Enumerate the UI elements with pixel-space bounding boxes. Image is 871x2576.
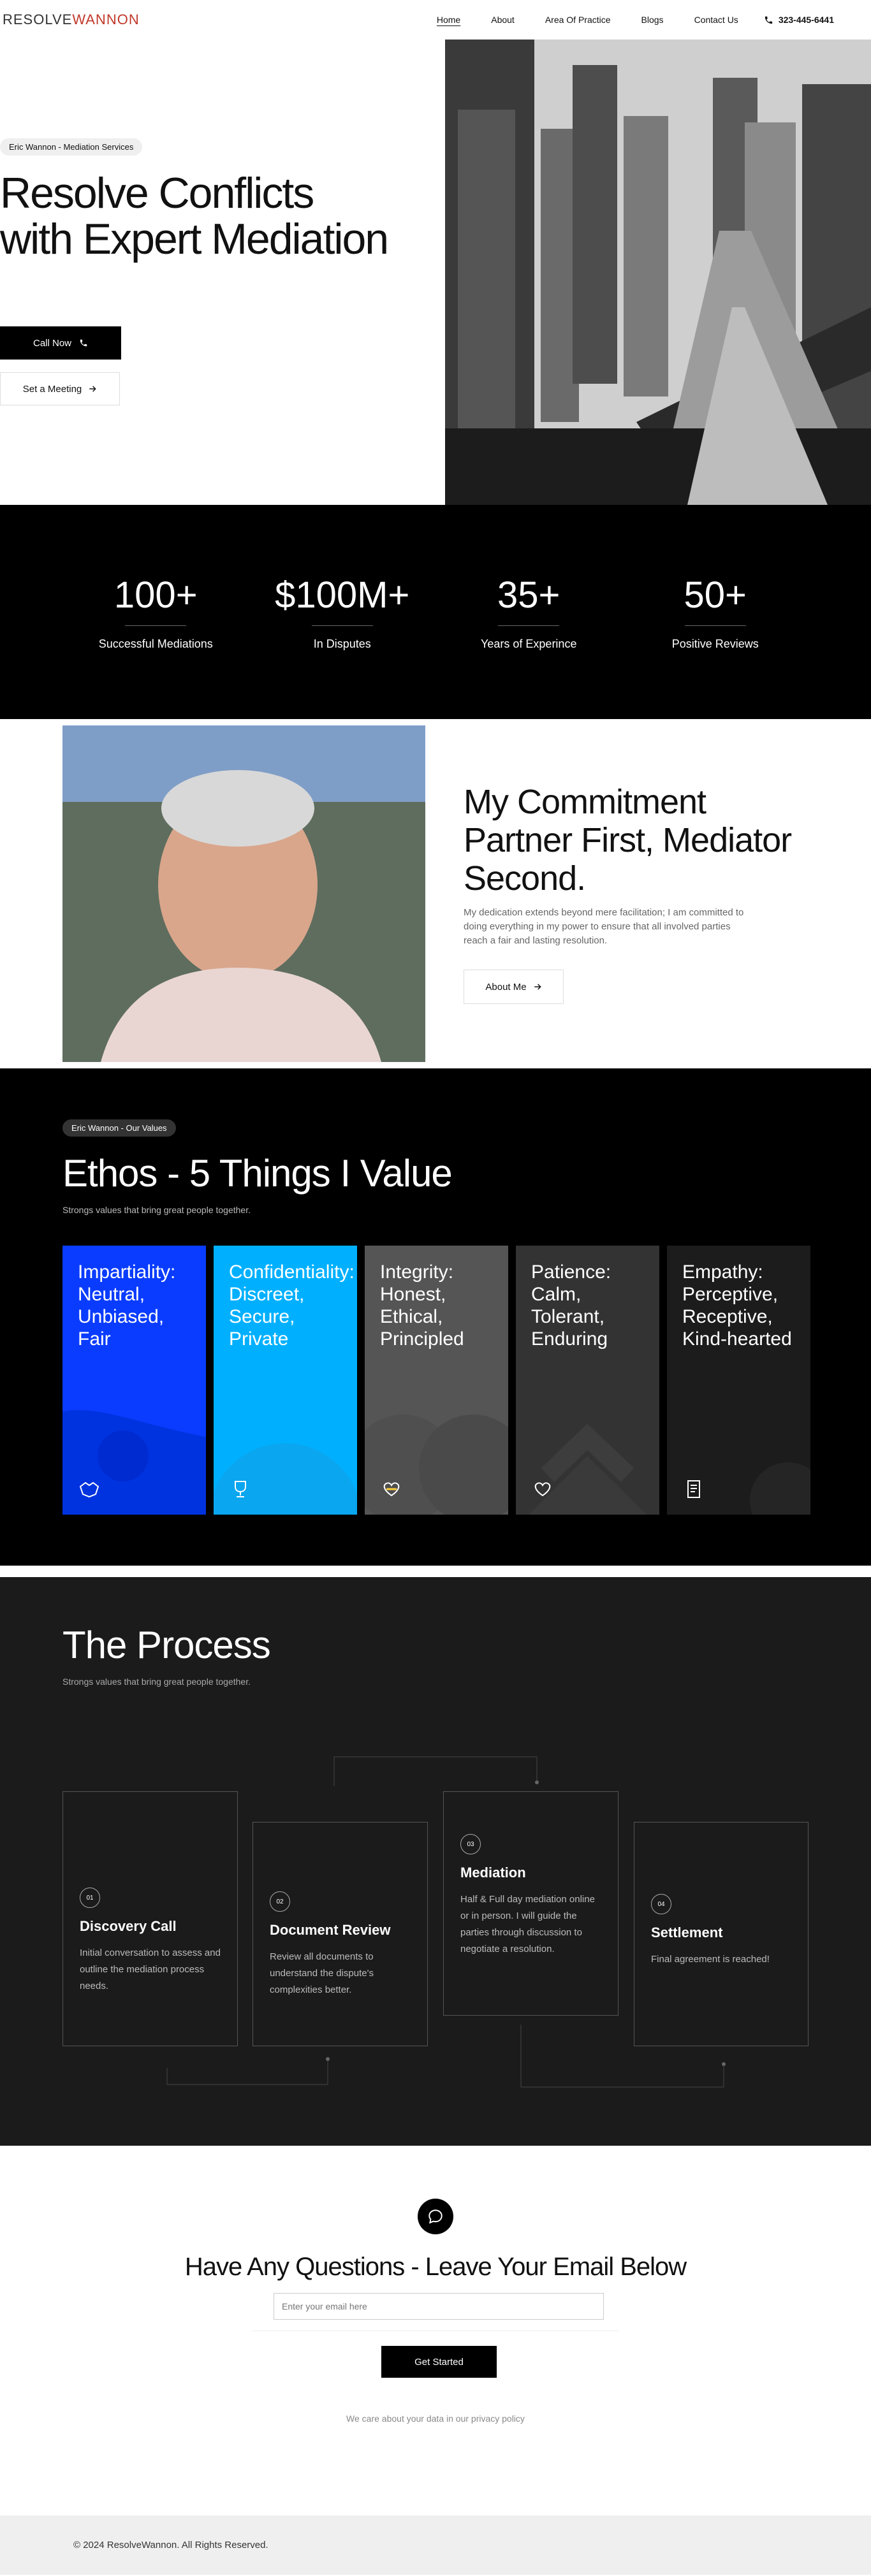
ethos-tag: Eric Wannon - Our Values <box>62 1119 176 1137</box>
value-card-title: Empathy: Perceptive, Receptive, Kind-hea… <box>682 1262 792 1350</box>
ethos-subtitle: Strongs values that bring great people t… <box>62 1205 251 1215</box>
stat-value: 100+ <box>113 574 198 616</box>
stat-value: 35+ <box>497 574 560 616</box>
section-divider <box>0 1566 871 1577</box>
process-step-card: 02 Document Review Review all documents … <box>253 1822 428 2046</box>
value-card-empathy: Empathy: Perceptive, Receptive, Kind-hea… <box>667 1246 810 1515</box>
stat-label: In Disputes <box>313 637 371 650</box>
about-me-label: About Me <box>485 981 527 993</box>
nav-link-about[interactable]: About <box>491 15 515 25</box>
site-logo[interactable]: RESOLVEWANNON <box>3 11 140 28</box>
nav-link-contact[interactable]: Contact Us <box>694 15 738 25</box>
book-icon <box>687 1480 700 1498</box>
value-card-impartiality: Impartiality: Neutral, Unbiased, Fair <box>62 1246 206 1515</box>
email-input[interactable] <box>274 2293 604 2320</box>
step-number-badge: 02 <box>270 1891 290 1912</box>
call-now-button[interactable]: Call Now <box>0 326 121 360</box>
step-title: Document Review <box>270 1922 391 1938</box>
stat-value: $100M+ <box>275 574 410 616</box>
step-title: Mediation <box>460 1865 526 1881</box>
nav-link-home[interactable]: Home <box>437 15 460 25</box>
step-text: Final agreement is reached! <box>651 1954 770 1965</box>
hero-city-image <box>445 40 871 505</box>
chat-icon <box>418 2199 453 2234</box>
stat-divider <box>125 625 187 626</box>
step-title: Discovery Call <box>80 1918 177 1934</box>
set-meeting-label: Set a Meeting <box>22 383 82 395</box>
process-step-card: 04 Settlement Final agreement is reached… <box>634 1822 809 2046</box>
ethos-title: Ethos - 5 Things I Value <box>62 1152 453 1195</box>
commitment-title: My Commitment Partner First, Mediator Se… <box>464 783 792 898</box>
set-meeting-button[interactable]: Set a Meeting <box>0 372 120 405</box>
process-step-card: 03 Mediation Half & Full day mediation o… <box>443 1791 618 2016</box>
nav-link-area-of-practice[interactable]: Area Of Practice <box>545 15 611 25</box>
step-title: Settlement <box>651 1925 723 1940</box>
stat-value: 50+ <box>684 574 747 616</box>
stat-label: Years of Experince <box>481 637 577 650</box>
stats-section: 100+ Successful Mediations $100M+ In Dis… <box>0 505 871 719</box>
process-section: The Process Strongs values that bring gr… <box>0 1577 871 2146</box>
step-text: Review all documents to understand the d… <box>270 1951 374 1995</box>
step-text: Half & Full day mediation online or in p… <box>460 1894 595 1954</box>
step-number-badge: 03 <box>460 1834 481 1854</box>
nav-link-blogs[interactable]: Blogs <box>641 15 664 25</box>
questions-title: Have Any Questions - Leave Your Email Be… <box>184 2253 687 2281</box>
hero-content: Eric Wannon - Mediation Services Resolve… <box>0 40 445 505</box>
stat-item: $100M+ In Disputes <box>249 574 436 651</box>
commitment-section: My Commitment Partner First, Mediator Se… <box>0 719 871 1068</box>
ethos-cards: Impartiality: Neutral, Unbiased, Fair Co… <box>62 1246 810 1515</box>
hero-tag: Eric Wannon - Mediation Services <box>0 138 143 156</box>
step-number-badge: 01 <box>80 1888 100 1908</box>
mediator-portrait <box>62 725 425 1062</box>
call-now-label: Call Now <box>33 337 71 349</box>
footer: © 2024 ResolveWannon. All Rights Reserve… <box>0 2515 871 2575</box>
top-navigation: RESOLVEWANNON Home About Area Of Practic… <box>0 0 871 40</box>
stat-item: 35+ Years of Experince <box>435 574 622 651</box>
ethos-section: Eric Wannon - Our Values Ethos - 5 Thing… <box>0 1068 871 1566</box>
stat-item: 50+ Positive Reviews <box>622 574 809 651</box>
hero-section: Eric Wannon - Mediation Services Resolve… <box>0 40 871 505</box>
privacy-note: We care about your data in our privacy p… <box>346 2413 525 2424</box>
phone-icon <box>80 339 87 347</box>
arrow-right-icon <box>89 386 96 392</box>
questions-section: Have Any Questions - Leave Your Email Be… <box>0 2146 871 2515</box>
trophy-icon <box>235 1481 246 1497</box>
value-card-title: Patience: Calm, Tolerant, Enduring <box>531 1262 611 1350</box>
about-me-button[interactable]: About Me <box>464 970 564 1004</box>
logo-part-wannon: WANNON <box>72 11 140 27</box>
value-card-confidentiality: Confidentiality: Discreet, Secure, Priva… <box>214 1246 357 1515</box>
value-card-integrity: Integrity: Honest, Ethical, Principled <box>365 1246 508 1515</box>
value-card-patience: Patience: Calm, Tolerant, Enduring <box>516 1246 659 1515</box>
stat-label: Successful Mediations <box>98 637 213 650</box>
value-card-title: Integrity: Honest, Ethical, Principled <box>380 1262 464 1350</box>
stat-divider <box>498 625 560 626</box>
stat-label: Positive Reviews <box>671 637 759 650</box>
process-step-card: 01 Discovery Call Initial conversation t… <box>62 1791 238 2046</box>
step-number-badge: 04 <box>651 1894 671 1914</box>
footer-copyright: © 2024 ResolveWannon. All Rights Reserve… <box>73 2540 268 2551</box>
stat-divider <box>684 625 746 626</box>
commitment-text: My dedication extends beyond mere facili… <box>464 907 744 946</box>
value-card-title: Impartiality: Neutral, Unbiased, Fair <box>78 1262 176 1350</box>
nav-links: Home About Area Of Practice Blogs Contac… <box>437 15 834 25</box>
nav-phone[interactable]: 323-445-6441 <box>764 15 834 25</box>
get-started-button[interactable]: Get Started <box>381 2346 497 2378</box>
logo-part-resolve: RESOLVE <box>3 11 73 27</box>
nav-phone-number: 323-445-6441 <box>778 15 834 25</box>
heart-hands-icon <box>383 1482 400 1497</box>
handshake-icon <box>79 1481 99 1498</box>
value-card-title: Confidentiality: Discreet, Secure, Priva… <box>229 1262 355 1350</box>
step-text: Initial conversation to assess and outli… <box>80 1947 221 1991</box>
phone-icon <box>765 16 772 24</box>
hero-title: Resolve Conflicts with Expert Mediation <box>0 169 389 263</box>
stat-divider <box>311 625 373 626</box>
process-subtitle: Strongs values that bring great people t… <box>62 1677 251 1687</box>
process-title: The Process <box>62 1624 271 1666</box>
arrow-right-icon <box>534 984 541 990</box>
stat-item: 100+ Successful Mediations <box>62 574 249 651</box>
heart-hand-icon <box>534 1482 551 1497</box>
